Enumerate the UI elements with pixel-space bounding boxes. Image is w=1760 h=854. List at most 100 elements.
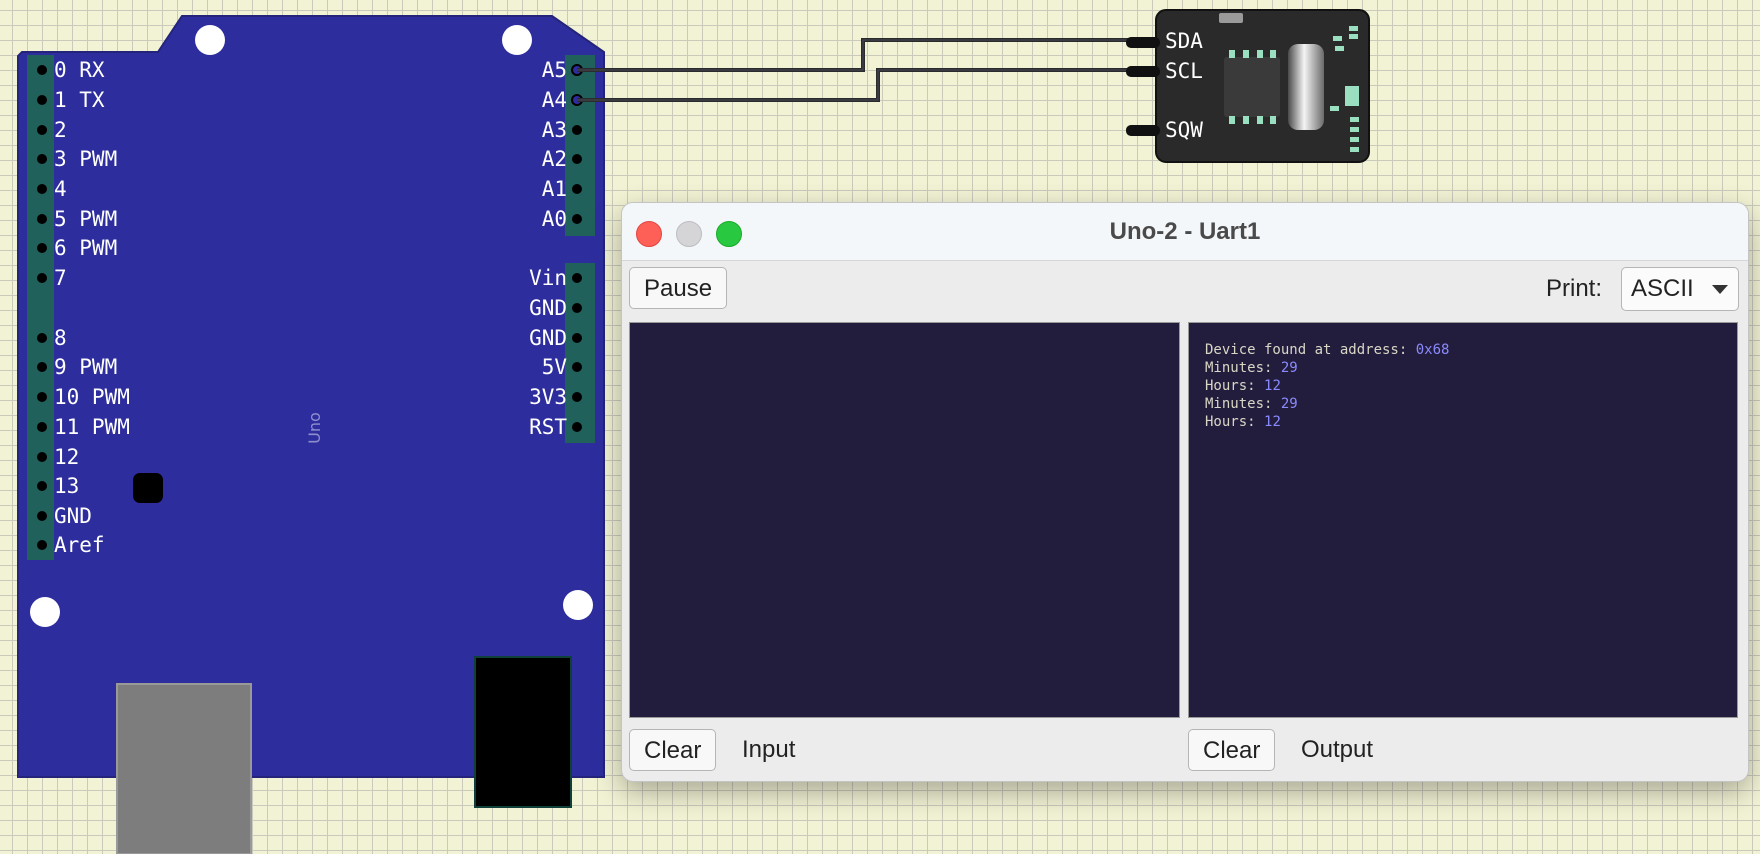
rtc-pin-sqw[interactable] <box>1126 125 1160 136</box>
builtin-led <box>133 473 163 503</box>
console-line-value: 12 <box>1264 378 1281 394</box>
window-titlebar[interactable]: Uno-2 - Uart1 <box>622 203 1748 261</box>
rtc-crystal <box>1288 44 1324 130</box>
pin-socket[interactable] <box>37 362 47 372</box>
pin-label: GND <box>529 296 567 320</box>
wire-sda <box>577 38 1132 72</box>
console-line: Minutes: 29 <box>1205 359 1449 377</box>
pin-socket[interactable] <box>37 333 47 343</box>
rtc-module[interactable]: SDA SCL SQW <box>1126 9 1370 163</box>
board-model-label: Uno <box>305 412 324 444</box>
pin-label: 4 <box>54 177 67 201</box>
pin-label: 11 PWM <box>54 415 130 439</box>
pin-label: RST <box>529 415 567 439</box>
pin-label: 6 PWM <box>54 236 117 260</box>
pin-label: 0 RX <box>54 58 105 82</box>
pin-socket[interactable] <box>37 125 47 135</box>
rtc-pin-scl[interactable] <box>1126 66 1160 77</box>
console-line: Device found at address: 0x68 <box>1205 341 1449 359</box>
console-line-key: Hours: <box>1205 378 1265 394</box>
pin-socket[interactable] <box>37 214 47 224</box>
pin-label: A1 <box>542 177 567 201</box>
pin-socket[interactable] <box>572 362 582 372</box>
mounting-hole <box>30 597 60 627</box>
pin-label: 9 PWM <box>54 355 117 379</box>
wires[interactable] <box>577 38 1132 102</box>
pin-socket[interactable] <box>572 303 582 313</box>
rtc-connector <box>1219 13 1243 23</box>
chevron-down-icon <box>1712 285 1728 294</box>
console-line: Hours: 12 <box>1205 377 1449 395</box>
mounting-hole <box>563 590 593 620</box>
pin-label: 5V <box>542 355 568 379</box>
output-label: Output <box>1301 736 1374 763</box>
pin-label: 1 TX <box>54 88 105 112</box>
console-line-value: 29 <box>1280 396 1298 412</box>
pin-label: GND <box>54 504 92 528</box>
pin-label: A4 <box>542 88 567 112</box>
pin-label: A3 <box>542 118 567 142</box>
print-mode-label: Print: <box>1546 275 1603 302</box>
pin-socket[interactable] <box>572 154 582 164</box>
clear-input-button[interactable]: Clear <box>629 729 717 771</box>
pin-label: 5 PWM <box>54 207 117 231</box>
pin-socket[interactable] <box>37 452 47 462</box>
pin-socket[interactable] <box>37 243 47 253</box>
pin-socket[interactable] <box>37 481 47 491</box>
pin-socket[interactable] <box>37 273 47 283</box>
rtc-pin-sda[interactable] <box>1126 37 1160 48</box>
pin-socket[interactable] <box>572 184 582 194</box>
pin-socket[interactable] <box>37 154 47 164</box>
pin-socket[interactable] <box>37 540 47 550</box>
pin-label: 3V3 <box>529 385 567 409</box>
console-line-key: Device found at address: <box>1205 342 1416 358</box>
console-line: Minutes: 29 <box>1205 395 1449 413</box>
pin-label: A2 <box>542 147 567 171</box>
pin-socket[interactable] <box>37 184 47 194</box>
pin-label: 10 PWM <box>54 385 130 409</box>
pin-socket[interactable] <box>572 125 582 135</box>
pin-socket[interactable] <box>572 333 582 343</box>
output-pane[interactable]: Device found at address: 0x68 Minutes: 29… <box>1188 322 1738 718</box>
pause-button[interactable]: Pause <box>629 267 728 309</box>
console-line-value: 29 <box>1280 360 1298 376</box>
mounting-hole <box>195 25 225 55</box>
pin-socket[interactable] <box>37 422 47 432</box>
console-line-key: Minutes: <box>1205 360 1281 376</box>
rtc-pin-label: SCL <box>1165 59 1203 83</box>
pin-label: Vin <box>529 266 567 290</box>
pin-socket[interactable] <box>572 392 582 402</box>
power-jack <box>474 656 572 808</box>
pin-label: 7 <box>54 266 67 290</box>
pin-label: GND <box>529 326 567 350</box>
analog-pin-header <box>565 55 595 236</box>
pin-socket[interactable] <box>572 422 582 432</box>
pin-socket[interactable] <box>37 511 47 521</box>
pin-label: Aref <box>54 533 105 557</box>
pin-socket[interactable] <box>572 214 582 224</box>
console-line-key: Minutes: <box>1205 396 1281 412</box>
usb-connector <box>116 683 252 854</box>
pin-socket[interactable] <box>37 95 47 105</box>
input-pane[interactable] <box>629 322 1180 718</box>
console-line-value: 0x68 <box>1415 342 1450 358</box>
window-title: Uno-2 - Uart1 <box>1109 218 1261 245</box>
pin-socket[interactable] <box>572 273 582 283</box>
arduino-uno-board[interactable]: Uno 0 RX 1 TX 2 3 PWM 4 5 PWM 6 PWM 7 8 9 PWM 10 P… <box>17 15 605 854</box>
rtc-pin-label: SDA <box>1165 29 1203 53</box>
pin-socket[interactable] <box>37 392 47 402</box>
pin-socket[interactable] <box>37 65 47 75</box>
power-pin-header <box>565 263 595 443</box>
pin-label: 13 <box>54 474 79 498</box>
pin-label: A5 <box>542 58 567 82</box>
print-mode-select[interactable]: ASCII <box>1621 267 1739 311</box>
rtc-chip <box>1224 57 1280 117</box>
clear-output-button[interactable]: Clear <box>1188 729 1276 771</box>
pin-label: 2 <box>54 118 67 142</box>
pin-label: 12 <box>54 445 79 469</box>
wire-sda-edge <box>577 39 1132 71</box>
pin-label: 3 PWM <box>54 147 117 171</box>
rtc-pin-label: SQW <box>1165 118 1203 142</box>
serial-monitor-window[interactable]: Uno-2 - Uart1 Pause Print: ASCII Device … <box>621 202 1749 782</box>
wire-scl <box>577 68 1132 102</box>
